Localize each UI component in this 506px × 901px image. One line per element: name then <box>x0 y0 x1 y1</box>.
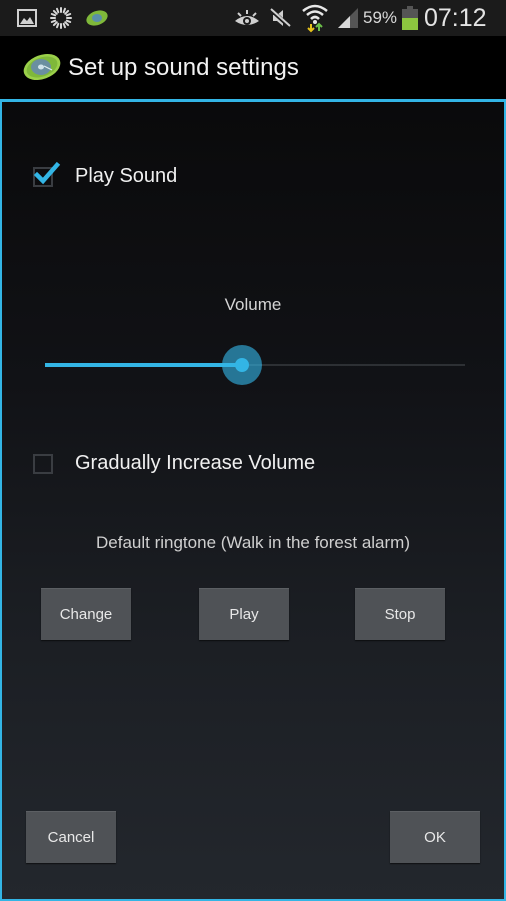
change-ringtone-button[interactable]: Change <box>41 588 131 640</box>
app-notification-icon <box>84 0 110 36</box>
play-sound-row[interactable]: Play Sound <box>33 161 178 188</box>
wifi-icon <box>300 0 330 36</box>
status-bar: 59% 07:12 <box>0 0 506 36</box>
play-ringtone-button[interactable]: Play <box>199 588 289 640</box>
clock: 07:12 <box>424 3 487 32</box>
stop-ringtone-button[interactable]: Stop <box>355 588 445 640</box>
play-sound-label: Play Sound <box>75 165 178 187</box>
battery-percent: 59% <box>363 8 398 27</box>
gradual-increase-label: Gradually Increase Volume <box>75 452 316 474</box>
ok-button[interactable]: OK <box>390 811 480 863</box>
checkmark-icon <box>33 161 61 184</box>
slider-fill <box>45 363 243 367</box>
gradual-increase-checkbox[interactable] <box>33 453 53 474</box>
mute-icon <box>267 0 293 36</box>
play-sound-checkbox[interactable] <box>33 161 61 187</box>
app-cd-icon <box>22 52 62 82</box>
volume-label: Volume <box>224 295 282 314</box>
dialog-title: Set up sound settings <box>68 54 299 81</box>
battery-icon <box>400 0 420 36</box>
title-bar: Set up sound settings <box>0 36 506 100</box>
loading-spinner-icon <box>48 0 74 36</box>
gallery-icon <box>16 0 38 36</box>
volume-slider[interactable] <box>43 345 465 385</box>
ringtone-label: Default ringtone (Walk in the forest ala… <box>96 533 410 552</box>
eye-icon <box>233 0 261 36</box>
signal-icon <box>335 0 361 36</box>
cancel-button[interactable]: Cancel <box>26 811 116 863</box>
gradual-increase-row[interactable]: Gradually Increase Volume <box>33 452 315 475</box>
sound-settings-dialog: Play Sound Volume Gradually Increase Vol… <box>0 99 506 901</box>
